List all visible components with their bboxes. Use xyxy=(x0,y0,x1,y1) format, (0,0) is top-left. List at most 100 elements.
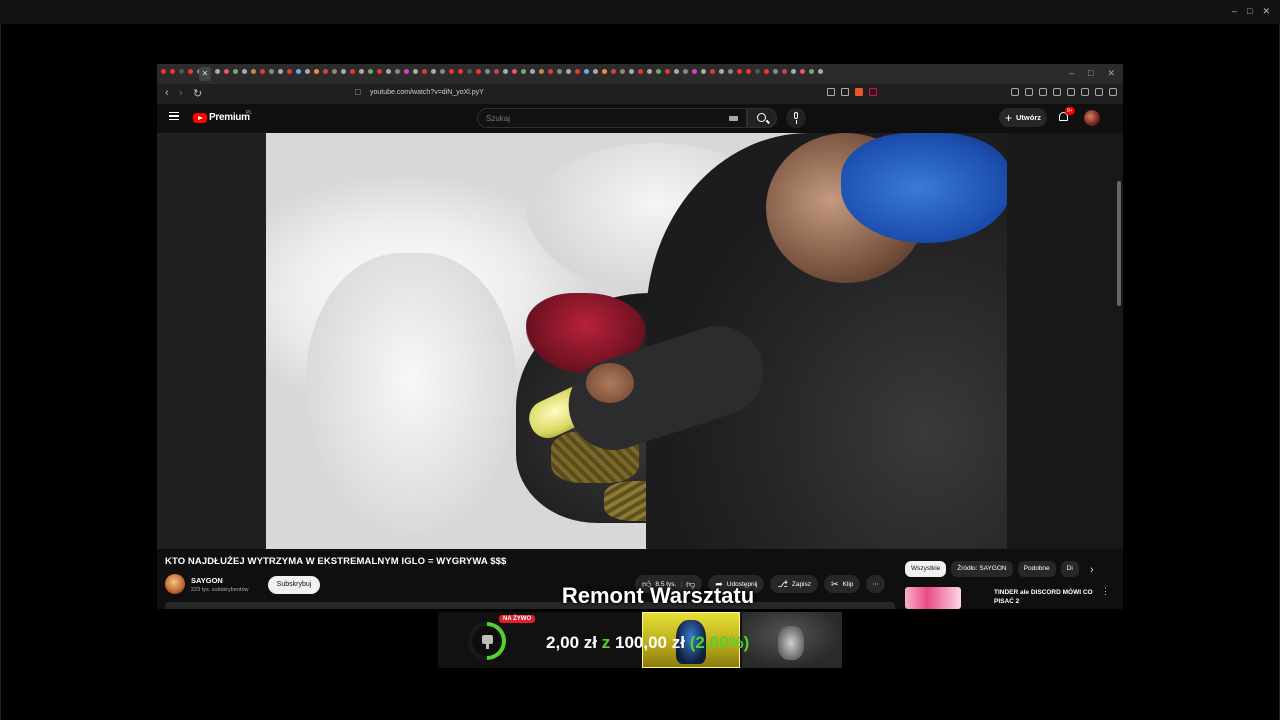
tab-favicon[interactable] xyxy=(818,69,823,74)
logo-text[interactable]: Premium xyxy=(209,112,250,123)
tab-favicon[interactable] xyxy=(530,69,535,74)
tab-favicon[interactable] xyxy=(431,69,436,74)
extension-icon[interactable] xyxy=(1011,88,1019,96)
tab-favicon[interactable] xyxy=(512,69,517,74)
music-icon[interactable] xyxy=(1039,88,1047,96)
tab-favicon[interactable] xyxy=(386,69,391,74)
tab-favicon[interactable] xyxy=(521,69,526,74)
tab-favicon[interactable] xyxy=(728,69,733,74)
tab-favicon[interactable] xyxy=(269,69,274,74)
tab-favicon[interactable] xyxy=(449,69,454,74)
tab-favicon[interactable] xyxy=(575,69,580,74)
tab-favicon[interactable] xyxy=(377,69,382,74)
tab-favicon[interactable] xyxy=(224,69,229,74)
tab-favicon[interactable] xyxy=(485,69,490,74)
tab-favicon[interactable] xyxy=(719,69,724,74)
tab-favicon[interactable] xyxy=(791,69,796,74)
tab-favicon[interactable] xyxy=(629,69,634,74)
back-icon[interactable]: ‹ xyxy=(165,87,169,99)
tab-favicon[interactable] xyxy=(314,69,319,74)
tab-favicon[interactable] xyxy=(368,69,373,74)
youtube-logo-icon[interactable] xyxy=(193,113,207,123)
chip-source[interactable]: Źródło: SAYGON xyxy=(951,561,1013,577)
tab-favicon[interactable] xyxy=(287,69,292,74)
tab-favicon[interactable] xyxy=(404,69,409,74)
chip-partial[interactable]: Di xyxy=(1060,561,1079,577)
menu-icon[interactable] xyxy=(169,112,179,120)
minimize-icon[interactable]: – xyxy=(1069,68,1074,79)
tab-favicon[interactable] xyxy=(260,69,265,74)
tab-favicon[interactable] xyxy=(737,69,742,74)
tab-favicon[interactable] xyxy=(701,69,706,74)
tab-favicon[interactable] xyxy=(215,69,220,74)
voice-search-icon[interactable] xyxy=(786,108,806,128)
close-icon[interactable]: ✕ xyxy=(1107,68,1115,79)
tab-favicon[interactable] xyxy=(413,69,418,74)
tab-favicon[interactable] xyxy=(503,69,508,74)
tab-favicon[interactable] xyxy=(161,69,166,74)
minimize-icon[interactable]: – xyxy=(1232,6,1237,17)
brave-shield-icon[interactable] xyxy=(855,88,863,96)
vpn-icon[interactable] xyxy=(1095,88,1103,96)
bookmark-icon[interactable]: □ xyxy=(355,87,360,97)
tab-favicon[interactable] xyxy=(179,69,184,74)
tab-favicon[interactable] xyxy=(341,69,346,74)
tab-favicon[interactable] xyxy=(251,69,256,74)
tab-favicon[interactable] xyxy=(395,69,400,74)
video-player[interactable] xyxy=(157,133,1123,549)
tab-favicon[interactable] xyxy=(809,69,814,74)
tab-favicon[interactable] xyxy=(233,69,238,74)
page-scrollbar[interactable] xyxy=(1117,181,1121,306)
reload-icon[interactable]: ↻ xyxy=(193,87,202,100)
tab-favicon[interactable] xyxy=(242,69,247,74)
tab-favicon[interactable] xyxy=(665,69,670,74)
tab-favicon[interactable] xyxy=(278,69,283,74)
tab-favicon[interactable] xyxy=(746,69,751,74)
tab-favicon[interactable] xyxy=(296,69,301,74)
tab-favicon[interactable] xyxy=(350,69,355,74)
tab-favicon[interactable] xyxy=(566,69,571,74)
search-input[interactable]: Szukaj xyxy=(477,108,747,128)
tab-favicon[interactable] xyxy=(782,69,787,74)
close-icon[interactable]: ✕ xyxy=(1262,6,1270,17)
tab-favicon[interactable] xyxy=(602,69,607,74)
tab-favicon[interactable] xyxy=(305,69,310,74)
screen-icon[interactable] xyxy=(827,88,835,96)
tab-favicon[interactable] xyxy=(683,69,688,74)
tab-favicon[interactable] xyxy=(593,69,598,74)
tab-favicon[interactable] xyxy=(647,69,652,74)
wallet-icon[interactable] xyxy=(1067,88,1075,96)
maximize-icon[interactable]: □ xyxy=(1088,68,1093,79)
tab-favicon[interactable] xyxy=(188,69,193,74)
tab-favicon[interactable] xyxy=(440,69,445,74)
rewards-icon[interactable] xyxy=(869,88,877,96)
tab-favicon[interactable] xyxy=(638,69,643,74)
tab-favicon[interactable] xyxy=(467,69,472,74)
tab-favicon[interactable] xyxy=(692,69,697,74)
sidebar-icon[interactable] xyxy=(1053,88,1061,96)
tab-favicon[interactable] xyxy=(476,69,481,74)
tab-favicon[interactable] xyxy=(422,69,427,74)
tab-favicon[interactable] xyxy=(674,69,679,74)
tab-favicon[interactable] xyxy=(773,69,778,74)
maximize-icon[interactable]: □ xyxy=(1247,6,1252,17)
tab-favicon[interactable] xyxy=(755,69,760,74)
tab-favicon[interactable] xyxy=(539,69,544,74)
tab-favicon[interactable] xyxy=(458,69,463,74)
tab-favicon[interactable] xyxy=(494,69,499,74)
chevron-right-icon[interactable]: › xyxy=(1090,564,1094,576)
tab-favicon[interactable] xyxy=(323,69,328,74)
tab-favicon[interactable] xyxy=(710,69,715,74)
keyboard-icon[interactable] xyxy=(729,116,738,121)
menu-icon[interactable] xyxy=(1109,88,1117,96)
puzzle-icon[interactable] xyxy=(1081,88,1089,96)
tab-favicon[interactable] xyxy=(656,69,661,74)
chip-similar[interactable]: Podobne xyxy=(1017,561,1056,577)
active-tab-close-icon[interactable]: ✕ xyxy=(199,67,211,81)
tab-favicon[interactable] xyxy=(764,69,769,74)
chip-all[interactable]: Wszystkie xyxy=(905,561,947,577)
video-frame[interactable] xyxy=(266,133,1008,549)
create-button[interactable]: + Utwórz xyxy=(999,108,1047,127)
account-avatar[interactable] xyxy=(1084,110,1100,126)
tab-favicon[interactable] xyxy=(584,69,589,74)
